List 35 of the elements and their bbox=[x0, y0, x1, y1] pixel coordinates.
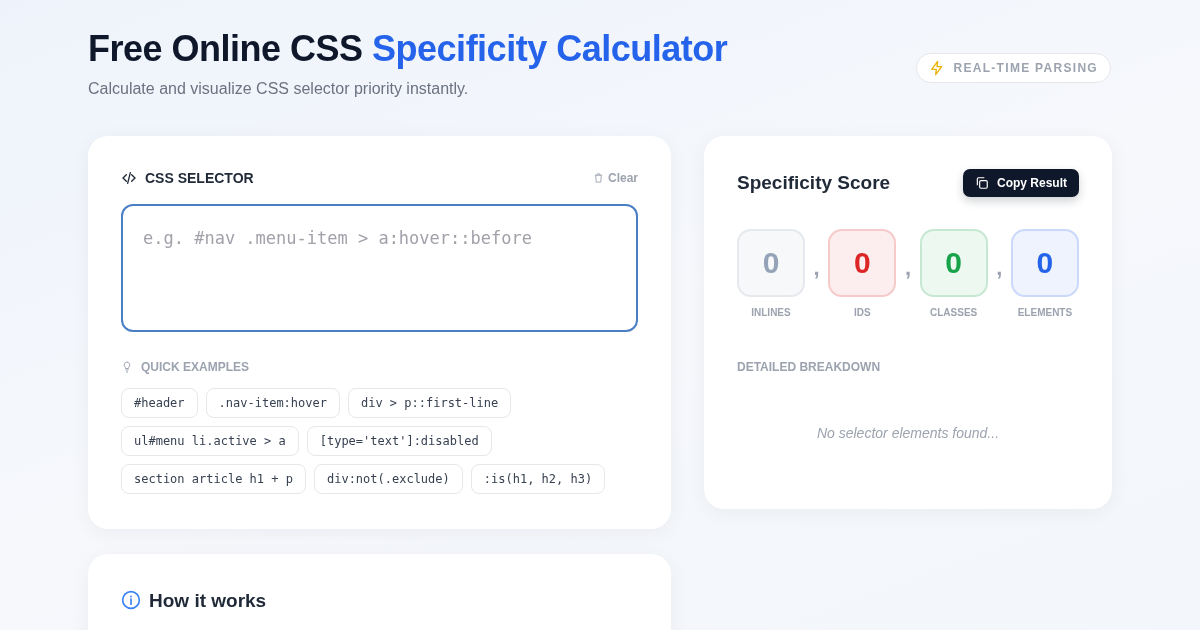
status-badge: REAL-TIME PARSING bbox=[916, 53, 1111, 83]
example-chip[interactable]: #header bbox=[121, 388, 198, 418]
example-chip[interactable]: section article h1 + p bbox=[121, 464, 306, 494]
example-chip[interactable]: ul#menu li.active > a bbox=[121, 426, 299, 456]
page-subtitle: Calculate and visualize CSS selector priority instantly. bbox=[88, 80, 470, 98]
comma-separator: , bbox=[904, 255, 912, 281]
score-box: 0 bbox=[919, 229, 988, 297]
info-icon bbox=[121, 590, 141, 610]
score-box: 0 bbox=[737, 229, 805, 297]
examples-label: QUICK EXAMPLES bbox=[141, 360, 249, 374]
comma-separator: , bbox=[996, 255, 1003, 281]
info-title: How it works bbox=[149, 590, 267, 612]
score-label: CLASSES bbox=[930, 307, 978, 318]
score-label: IDS bbox=[853, 307, 871, 318]
score-box: 0 bbox=[828, 229, 897, 297]
trash-icon bbox=[592, 172, 604, 184]
code-icon bbox=[121, 170, 137, 186]
example-chip[interactable]: [type='text']:disabled bbox=[306, 426, 492, 456]
example-chip[interactable]: :is(h1, h2, h3) bbox=[470, 464, 606, 494]
score-label: ELEMENTS bbox=[1017, 307, 1073, 318]
score-label: INLINES bbox=[751, 307, 791, 318]
copy-button[interactable]: Copy Result bbox=[963, 169, 1079, 197]
example-chip[interactable]: div:not(.exclude) bbox=[313, 464, 463, 494]
selector-label: CSS SELECTOR bbox=[145, 170, 254, 186]
example-chip[interactable]: .nav-item:hover bbox=[205, 388, 340, 418]
score-box: 0 bbox=[1010, 229, 1079, 297]
selector-input[interactable]: e.g. #nav .menu-item > a:hover::before bbox=[121, 204, 638, 332]
lightbulb-icon bbox=[121, 360, 133, 374]
breakdown-label: DETAILED BREAKDOWN bbox=[737, 360, 882, 374]
empty-message: No selector elements found... bbox=[815, 425, 1001, 441]
example-chip[interactable]: div > p::first-line bbox=[347, 388, 512, 418]
score-title: Specificity Score bbox=[737, 172, 891, 194]
comma-separator: , bbox=[813, 255, 820, 281]
page-title: Free Online CSS Specificity Calculator bbox=[88, 28, 728, 70]
copy-icon bbox=[975, 176, 989, 190]
